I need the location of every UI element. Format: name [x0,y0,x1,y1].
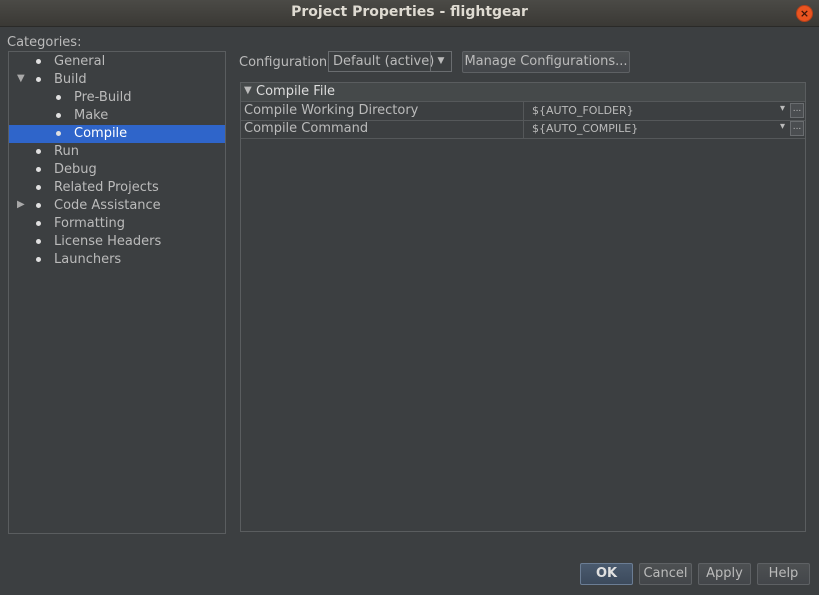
tree-item-pre-build[interactable]: Pre-Build [9,89,225,107]
categories-label: Categories: [7,35,82,50]
ellipsis-button[interactable]: ... [790,121,804,136]
tree-item-make[interactable]: Make [9,107,225,125]
tree-item-label: License Headers [54,234,162,249]
bullet-icon [36,77,41,82]
apply-button[interactable]: Apply [698,563,751,585]
tree-item-formatting[interactable]: Formatting [9,215,225,233]
tree-item-compile[interactable]: Compile [9,125,225,143]
collapsed-triangle-icon[interactable]: ▶ [17,199,25,210]
ok-button[interactable]: OK [580,563,633,585]
tree-item-label: Related Projects [54,180,159,195]
bullet-icon [36,221,41,226]
property-name: Compile Command [244,121,369,136]
property-row-compile-command[interactable]: Compile Command ${AUTO_COMPILE} ▾ ... [241,120,805,139]
tree-item-code-assistance[interactable]: ▶ Code Assistance [9,197,225,215]
tree-item-label: Compile [74,126,128,141]
tree-item-build[interactable]: ▼ Build [9,71,225,89]
properties-sheet: ▼ Compile File Compile Working Directory… [240,82,806,532]
tree-item-debug[interactable]: Debug [9,161,225,179]
tree-item-related-projects[interactable]: Related Projects [9,179,225,197]
tree-item-label: Run [54,144,79,159]
section-compile-file[interactable]: ▼ Compile File [241,83,805,102]
property-value: ${AUTO_COMPILE} [532,122,639,135]
window-title: Project Properties - flightgear [291,4,528,20]
bullet-icon [56,113,61,118]
section-title: Compile File [256,84,336,99]
manage-configurations-button[interactable]: Manage Configurations... [462,51,630,73]
categories-tree[interactable]: General ▼ Build Pre-Build Make Compile Run Debu… [8,51,226,534]
bullet-icon [36,203,41,208]
bullet-icon [36,149,41,154]
configuration-label: Configuration: [239,55,332,70]
bullet-icon [36,257,41,262]
tree-item-launchers[interactable]: Launchers [9,251,225,269]
tree-item-label: General [54,54,106,69]
help-button[interactable]: Help [757,563,810,585]
bullet-icon [56,95,61,100]
property-value-field[interactable]: ${AUTO_FOLDER} ▾ [523,102,789,120]
tree-item-label: Launchers [54,252,122,267]
bullet-icon [36,59,41,64]
title-bar: Project Properties - flightgear × [0,0,819,27]
tree-item-label: Build [54,72,87,87]
tree-item-run[interactable]: Run [9,143,225,161]
property-value-field[interactable]: ${AUTO_COMPILE} ▾ [523,120,789,138]
configuration-dropdown[interactable]: Default (active) ▼ [328,51,452,72]
collapse-triangle-icon[interactable]: ▼ [244,85,252,96]
property-row-working-directory[interactable]: Compile Working Directory ${AUTO_FOLDER}… [241,102,805,121]
bullet-icon [36,167,41,172]
close-icon[interactable]: × [796,5,813,22]
property-name: Compile Working Directory [244,103,419,118]
tree-item-label: Make [74,108,109,123]
tree-item-label: Debug [54,162,97,177]
chevron-down-icon[interactable]: ▼ [430,52,451,71]
cancel-button[interactable]: Cancel [639,563,692,585]
tree-item-label: Code Assistance [54,198,161,213]
dropdown-arrow-icon[interactable]: ▾ [780,121,785,132]
ellipsis-button[interactable]: ... [790,103,804,118]
dropdown-arrow-icon[interactable]: ▾ [780,103,785,114]
tree-item-label: Formatting [54,216,126,231]
tree-item-label: Pre-Build [74,90,132,105]
tree-item-license-headers[interactable]: License Headers [9,233,225,251]
expanded-triangle-icon[interactable]: ▼ [17,73,25,84]
property-value: ${AUTO_FOLDER} [532,104,634,117]
bullet-icon [56,131,61,136]
tree-item-general[interactable]: General [9,53,225,71]
bullet-icon [36,185,41,190]
configuration-selected: Default (active) [333,54,435,69]
bullet-icon [36,239,41,244]
